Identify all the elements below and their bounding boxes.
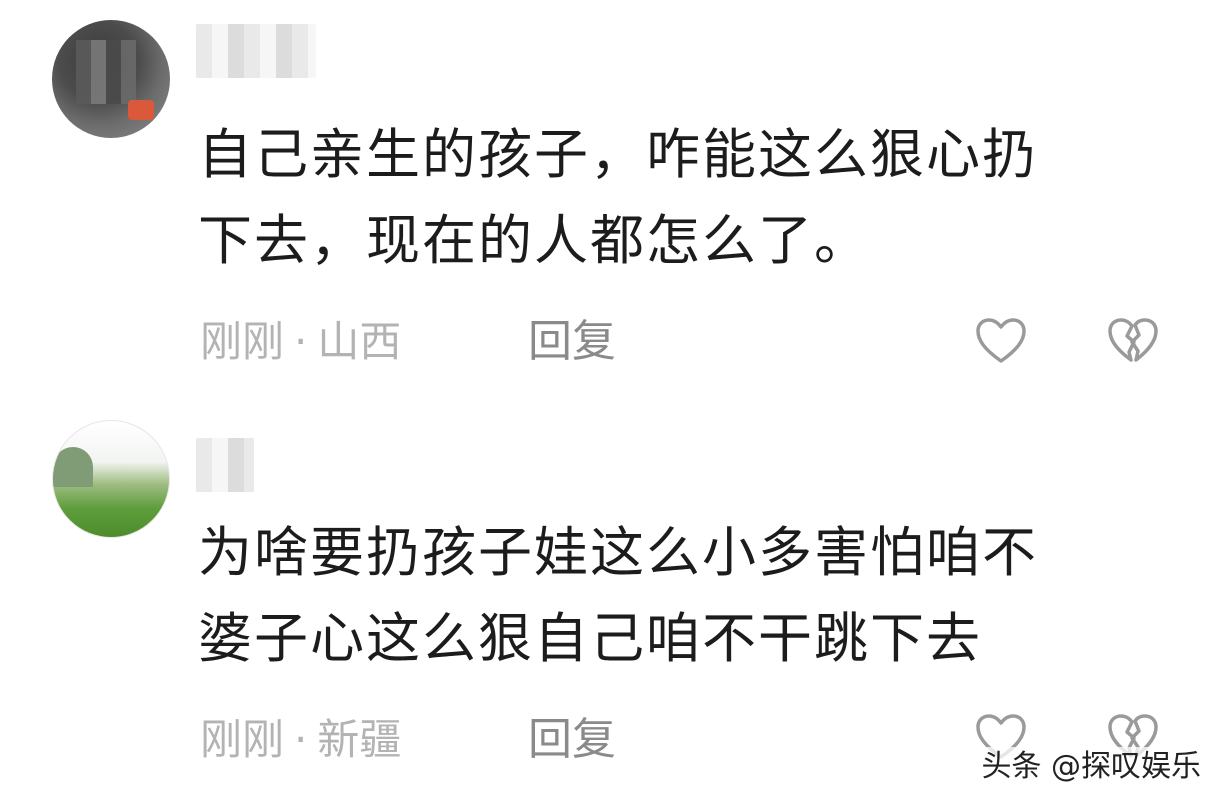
comment-text: 自己亲生的孩子，咋能这么狠心扔 下去，现在的人都怎么了。 <box>198 112 1188 284</box>
reply-button[interactable]: 回复 <box>528 312 616 372</box>
avatar[interactable] <box>52 20 170 138</box>
comment-text-line: 婆子心这么狠自己咱不干跳下去 <box>198 607 982 670</box>
blurred-avatar-face <box>76 40 136 104</box>
comment-text-line: 自己亲生的孩子，咋能这么狠心扔 <box>198 123 1038 186</box>
avatar[interactable] <box>52 420 170 538</box>
dislike-button[interactable] <box>1106 316 1160 366</box>
comment-meta: 刚刚 · 山西 <box>200 312 401 372</box>
comment-location: 新疆 <box>317 715 402 764</box>
like-button[interactable] <box>974 316 1028 366</box>
avatar-detail <box>128 100 154 120</box>
comment-text-line: 为啥要扔孩子娃这么小多害怕咱不 <box>198 521 1038 584</box>
comment-text-line: 下去，现在的人都怎么了。 <box>198 209 870 272</box>
comment-meta: 刚刚 · 新疆 <box>200 710 401 770</box>
comment-time: 刚刚 <box>200 715 285 764</box>
comment-text: 为啥要扔孩子娃这么小多害怕咱不 婆子心这么狠自己咱不干跳下去 <box>198 510 1188 682</box>
broken-heart-icon <box>1108 318 1158 362</box>
watermark: 头条 @探叹娱乐 <box>981 747 1201 787</box>
heart-outline-icon <box>976 318 1026 363</box>
username-blurred[interactable] <box>196 438 254 492</box>
comment-location: 山西 <box>317 317 402 366</box>
meta-separator: · <box>294 715 308 764</box>
reply-button[interactable]: 回复 <box>528 710 616 770</box>
avatar-detail <box>53 447 93 487</box>
username-blurred[interactable] <box>196 24 316 78</box>
comment-time: 刚刚 <box>200 317 285 366</box>
meta-separator: · <box>294 317 308 366</box>
